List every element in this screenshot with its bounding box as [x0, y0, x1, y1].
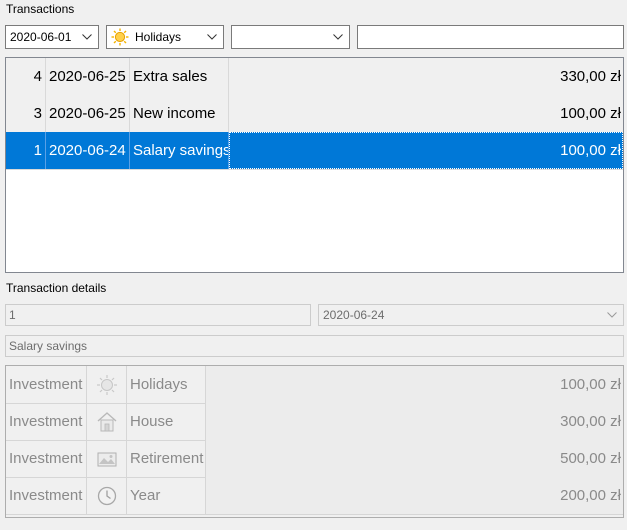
transaction-date-value: 2020-06-24 [323, 308, 385, 322]
search-input[interactable] [357, 25, 624, 49]
transaction-id-cell: 4 [6, 58, 46, 95]
transaction-date-cell: 2020-06-24 [46, 132, 130, 169]
item-category-cell: House [127, 403, 206, 440]
item-type-cell: Investment [6, 366, 87, 403]
transaction-description-cell: Extra sales [130, 58, 229, 95]
item-type-cell: Investment [6, 477, 87, 514]
list-item[interactable]: Investment Year 200,00 zł [6, 477, 623, 515]
list-item[interactable]: Investment House 300,00 zł [6, 403, 623, 441]
date-filter-value: 2020-06-01 [10, 30, 72, 44]
item-amount-cell: 200,00 zł [206, 477, 623, 514]
picture-icon [87, 440, 127, 477]
transaction-date-cell: 2020-06-25 [46, 58, 130, 95]
transaction-amount-cell: 330,00 zł [560, 68, 621, 85]
chevron-down-icon [80, 30, 94, 44]
item-category-cell: Holidays [127, 366, 206, 403]
transaction-date-picker[interactable]: 2020-06-24 [318, 304, 624, 326]
transaction-amount-cell: 100,00 zł [229, 132, 623, 169]
item-amount-cell: 100,00 zł [206, 366, 623, 403]
table-row-selected[interactable]: 1 2020-06-24 Salary savings 100,00 zł [6, 132, 623, 170]
transaction-id-field[interactable]: 1 [5, 304, 311, 326]
chevron-down-icon [205, 30, 219, 44]
list-item[interactable]: Investment Holidays 100,00 zł [6, 366, 623, 404]
item-amount-cell: 500,00 zł [206, 440, 623, 477]
item-category-cell: Year [127, 477, 206, 514]
list-item[interactable]: Investment Retirement 500,00 zł [6, 440, 623, 478]
transactions-table: 4 2020-06-25 Extra sales 330,00 zł 3 202… [5, 57, 624, 273]
house-icon [87, 403, 127, 440]
sun-icon [87, 366, 127, 403]
chevron-down-icon [605, 308, 619, 322]
item-type-cell: Investment [6, 440, 87, 477]
transaction-description-cell: New income [130, 95, 229, 132]
transaction-details-label: Transaction details [6, 281, 107, 295]
transactions-label: Transactions [6, 2, 75, 16]
chevron-down-icon [331, 30, 345, 44]
secondary-filter-dropdown[interactable] [231, 25, 350, 49]
category-filter-dropdown[interactable]: Holidays [106, 25, 224, 49]
item-category-cell: Retirement [127, 440, 206, 477]
transaction-amount-cell: 100,00 zł [560, 105, 621, 122]
table-row[interactable]: 3 2020-06-25 New income 100,00 zł [6, 95, 623, 133]
transaction-date-cell: 2020-06-25 [46, 95, 130, 132]
transaction-description-field[interactable]: Salary savings [5, 335, 624, 357]
transaction-id-cell: 1 [6, 132, 46, 169]
sun-icon [111, 28, 129, 46]
transaction-description-cell: Salary savings [130, 132, 229, 169]
item-type-cell: Investment [6, 403, 87, 440]
date-filter-dropdown[interactable]: 2020-06-01 [5, 25, 99, 49]
clock-icon [87, 477, 127, 514]
category-filter-value: Holidays [135, 30, 182, 44]
transaction-id-cell: 3 [6, 95, 46, 132]
transaction-items-table: Investment Holidays 100,00 zł Investment [5, 365, 624, 518]
table-row[interactable]: 4 2020-06-25 Extra sales 330,00 zł [6, 58, 623, 96]
item-amount-cell: 300,00 zł [206, 403, 623, 440]
